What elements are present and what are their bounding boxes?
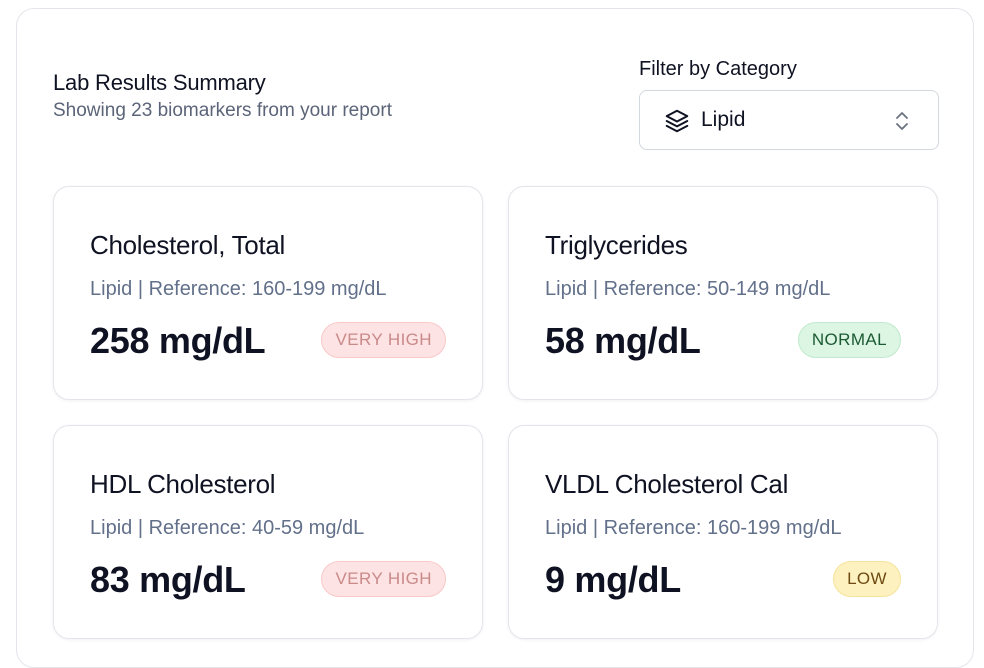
status-badge: VERY HIGH: [321, 561, 446, 597]
page-title: Lab Results Summary: [53, 70, 266, 95]
biomarker-value: 58 mg/dL: [545, 320, 701, 361]
biomarker-value: 9 mg/dL: [545, 559, 681, 600]
biomarker-card: Triglycerides Lipid | Reference: 50-149 …: [508, 186, 938, 400]
filter-label: Filter by Category: [639, 58, 797, 80]
biomarker-card: HDL Cholesterol Lipid | Reference: 40-59…: [53, 425, 483, 639]
biomarker-value: 83 mg/dL: [90, 559, 246, 600]
biomarker-name: Triglycerides: [545, 230, 688, 260]
biomarker-reference: Lipid | Reference: 50-149 mg/dL: [545, 278, 831, 300]
biomarker-name: VLDL Cholesterol Cal: [545, 469, 789, 499]
status-badge: NORMAL: [797, 322, 901, 358]
chevron-up-down-icon: [891, 109, 913, 133]
biomarker-reference: Lipid | Reference: 160-199 mg/dL: [545, 517, 842, 539]
status-badge: VERY HIGH: [321, 322, 446, 358]
status-badge: LOW: [833, 561, 901, 597]
biomarker-name: HDL Cholesterol: [90, 469, 276, 499]
category-select[interactable]: Lipid: [639, 90, 939, 150]
category-select-value: Lipid: [701, 108, 746, 131]
layers-icon: [664, 108, 690, 134]
biomarker-card: VLDL Cholesterol Cal Lipid | Reference: …: [508, 425, 938, 639]
biomarker-card: Cholesterol, Total Lipid | Reference: 16…: [53, 186, 483, 400]
biomarker-value: 258 mg/dL: [90, 320, 266, 361]
biomarker-reference: Lipid | Reference: 160-199 mg/dL: [90, 278, 387, 300]
biomarker-name: Cholesterol, Total: [90, 230, 286, 260]
biomarker-reference: Lipid | Reference: 40-59 mg/dL: [90, 517, 365, 539]
page-subtitle: Showing 23 biomarkers from your report: [53, 100, 392, 121]
